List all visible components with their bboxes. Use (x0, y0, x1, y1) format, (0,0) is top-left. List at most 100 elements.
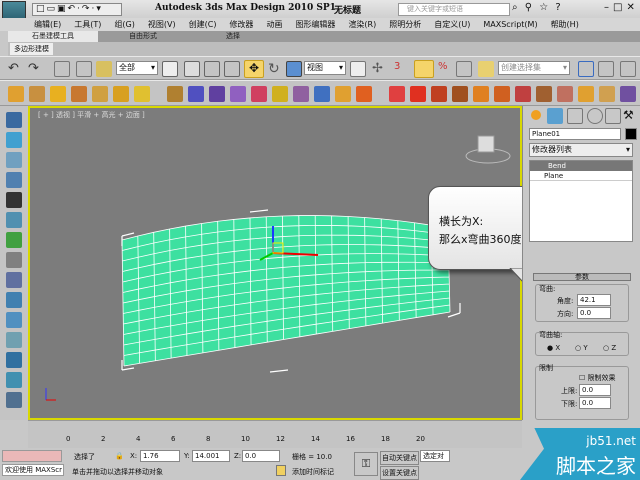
modifier-tool-icon[interactable] (113, 86, 129, 102)
modifier-tool-icon[interactable] (50, 86, 66, 102)
menu-help[interactable]: 帮助(H) (551, 18, 586, 31)
modifier-tool-icon[interactable] (71, 86, 87, 102)
graphite-tool-icon[interactable] (6, 172, 22, 188)
graphite-tool-icon[interactable] (6, 272, 22, 288)
edit-named-sets-icon[interactable] (478, 61, 494, 77)
upper-limit-spinner[interactable]: 0.0 (579, 384, 611, 396)
axis-z-radio[interactable]: ○ Z (603, 344, 616, 352)
modifier-tool-icon[interactable] (134, 86, 150, 102)
graphite-tool-icon[interactable] (6, 212, 22, 228)
stack-item-bend[interactable]: Bend (530, 161, 632, 171)
graphite-tool-icon[interactable] (6, 392, 22, 408)
modify-tab-icon[interactable] (547, 108, 563, 124)
graphite-tool-icon[interactable] (6, 372, 22, 388)
menu-lighting[interactable]: 照明分析 (389, 18, 428, 31)
y-coord-field[interactable]: 14.001 (192, 450, 230, 462)
modifier-tool-icon[interactable] (410, 86, 426, 102)
undo-icon[interactable]: ↶ (8, 61, 24, 77)
graphite-tool-icon[interactable] (6, 292, 22, 308)
modifier-tool-icon[interactable] (8, 86, 24, 102)
modifier-tool-icon[interactable] (272, 86, 288, 102)
graphite-tool-icon[interactable] (6, 332, 22, 348)
maxscript-listener-mini[interactable] (2, 450, 62, 462)
menu-tools[interactable]: 工具(T) (74, 18, 108, 31)
menu-rendering[interactable]: 渲染(R) (348, 18, 383, 31)
graphite-tool-icon[interactable] (6, 192, 22, 208)
menu-graph-editors[interactable]: 图形编辑器 (295, 18, 342, 31)
modifier-tool-icon[interactable] (314, 86, 330, 102)
infocenter-icons[interactable]: ⌕ ⚲ ☆ ? (512, 2, 563, 13)
selection-filter-dropdown[interactable]: 全部 (116, 61, 158, 75)
modifier-tool-icon[interactable] (599, 86, 615, 102)
graphite-tool-icon[interactable] (6, 232, 22, 248)
percent-snap-icon[interactable]: % (438, 61, 454, 77)
scale-icon[interactable] (286, 61, 302, 77)
graphite-tool-icon[interactable] (6, 112, 22, 128)
rotate-icon[interactable]: ↻ (268, 61, 284, 77)
modifier-tool-icon[interactable] (620, 86, 636, 102)
menu-maxscript[interactable]: MAXScript(M) (483, 18, 544, 31)
redo-icon[interactable]: ↷ (28, 61, 44, 77)
window-controls[interactable]: –□✕ (604, 2, 639, 13)
modifier-tool-icon[interactable] (494, 86, 510, 102)
graphite-tool-icon[interactable] (6, 252, 22, 268)
z-coord-field[interactable]: 0.0 (242, 450, 280, 462)
time-ruler[interactable]: 0 2 4 6 8 10 12 14 16 18 20 (28, 420, 522, 448)
stack-item-plane[interactable]: Plane (530, 171, 632, 181)
search-input[interactable]: 键入关键字或短语 (398, 3, 510, 16)
object-color-swatch[interactable] (625, 128, 637, 140)
modifier-tool-icon[interactable] (578, 86, 594, 102)
object-name-field[interactable]: Plane01 (529, 128, 621, 140)
menu-group[interactable]: 组(G) (114, 18, 141, 31)
snap-3d-icon[interactable]: 3 (394, 61, 410, 77)
spinner-snap-icon[interactable] (456, 61, 472, 77)
tab-selection[interactable]: 选择 (188, 31, 278, 42)
create-tab-icon[interactable] (531, 110, 541, 120)
modifier-list-dropdown[interactable]: 修改器列表 (529, 143, 633, 157)
parameters-rollout-header[interactable]: 参数 (533, 273, 631, 281)
graphite-tool-icon[interactable] (6, 312, 22, 328)
modifier-tool-icon[interactable] (473, 86, 489, 102)
graphite-tool-icon[interactable] (6, 152, 22, 168)
modifier-tool-icon[interactable] (29, 86, 45, 102)
hierarchy-tab-icon[interactable] (567, 108, 583, 124)
axis-y-radio[interactable]: ○ Y (575, 344, 588, 352)
menu-view[interactable]: 视图(V) (148, 18, 183, 31)
angle-spinner[interactable]: 42.1 (577, 294, 611, 306)
add-time-tag-button[interactable]: 添加时间标记 (292, 467, 334, 477)
angle-snap-icon[interactable] (414, 60, 434, 78)
tab-freeform[interactable]: 自由形式 (98, 31, 188, 42)
modifier-tool-icon[interactable] (335, 86, 351, 102)
pivot-center-icon[interactable] (350, 61, 366, 77)
menu-create[interactable]: 创建(C) (189, 18, 224, 31)
align-icon[interactable] (598, 61, 614, 77)
modifier-tool-icon[interactable] (188, 86, 204, 102)
move-icon[interactable]: ✥ (244, 60, 264, 78)
tab-graphite[interactable]: 石墨建模工具 (8, 31, 98, 42)
lower-limit-spinner[interactable]: 0.0 (579, 397, 611, 409)
modifier-tool-icon[interactable] (389, 86, 405, 102)
graphite-tool-icon[interactable] (6, 352, 22, 368)
reference-coord-dropdown[interactable]: 视图 (304, 61, 346, 75)
limit-effect-checkbox[interactable]: ☐ 限制效果 (579, 373, 616, 383)
menu-customize[interactable]: 自定义(U) (434, 18, 477, 31)
select-by-name-icon[interactable] (184, 61, 200, 77)
graphite-tool-icon[interactable] (6, 132, 22, 148)
tab-poly-modeling[interactable]: 多边形建模 (10, 43, 53, 55)
modifier-tool-icon[interactable] (251, 86, 267, 102)
axis-x-radio[interactable]: ● X (547, 344, 560, 352)
direction-spinner[interactable]: 0.0 (577, 307, 611, 319)
utilities-tab-icon[interactable]: ⚒ (623, 108, 639, 124)
window-crossing-icon[interactable] (224, 61, 240, 77)
modifier-tool-icon[interactable] (293, 86, 309, 102)
time-tag-icon[interactable] (276, 465, 286, 476)
auto-key-button[interactable]: 自动关键点 (380, 451, 419, 465)
key-icon[interactable]: ⚿ (354, 452, 378, 476)
lock-icon[interactable]: 🔒 (115, 452, 124, 460)
menu-modifiers[interactable]: 修改器 (229, 18, 260, 31)
manipulate-icon[interactable]: ✢ (372, 61, 388, 77)
modifier-tool-icon[interactable] (167, 86, 183, 102)
display-tab-icon[interactable] (605, 108, 621, 124)
modifier-tool-icon[interactable] (230, 86, 246, 102)
modifier-tool-icon[interactable] (557, 86, 573, 102)
